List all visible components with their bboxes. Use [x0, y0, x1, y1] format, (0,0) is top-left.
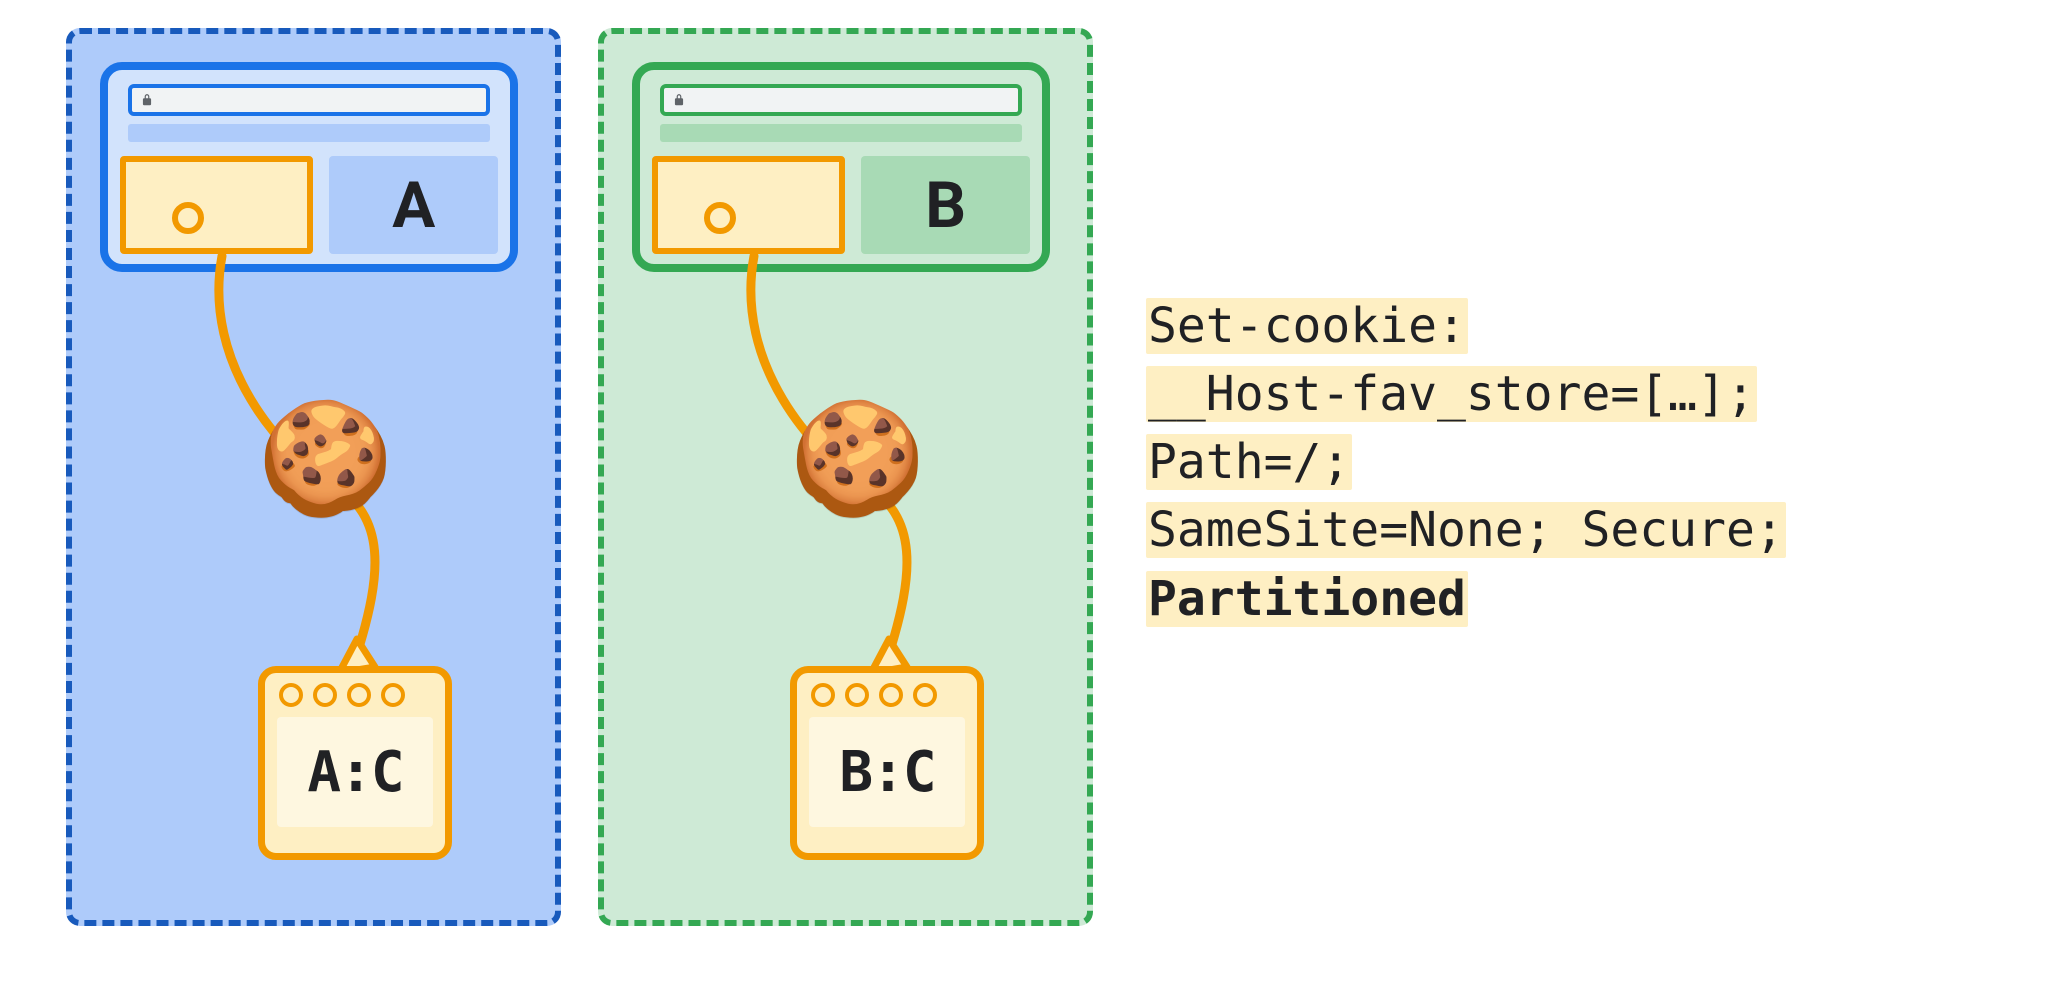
site-label-b: B	[861, 156, 1030, 254]
code-line-2: __Host-fav_store=[…];	[1146, 366, 1757, 422]
cookie-arrow-a	[182, 244, 412, 674]
jar-label-a: A:C	[277, 717, 433, 827]
lock-icon	[672, 93, 686, 107]
diagram-canvas: A 🍪 A:C	[0, 0, 2048, 1005]
set-cookie-header-code: Set-cookie: __Host-fav_store=[…]; Path=/…	[1146, 292, 1786, 633]
cookie-icon: 🍪	[789, 404, 926, 514]
partition-panel-b: B 🍪 B:C	[598, 28, 1093, 926]
browser-urlbar	[128, 84, 490, 116]
jar-dot-icon	[347, 683, 371, 707]
browser-urlbar	[660, 84, 1022, 116]
browser-content: B	[652, 156, 1030, 254]
code-line-3: Path=/;	[1146, 434, 1352, 490]
browser-toolbar	[660, 124, 1022, 142]
connection-anchor	[172, 202, 204, 234]
jar-dot-icon	[313, 683, 337, 707]
jar-dot-icon	[811, 683, 835, 707]
lock-icon	[140, 93, 154, 107]
jar-dot-icon	[845, 683, 869, 707]
jar-dot-icon	[381, 683, 405, 707]
browser-window-a: A	[100, 62, 518, 272]
jar-dot-icon	[913, 683, 937, 707]
jar-dot-icon	[879, 683, 903, 707]
cookie-jar-b: B:C	[790, 666, 984, 860]
site-label-a: A	[329, 156, 498, 254]
code-line-5-partitioned: Partitioned	[1146, 571, 1468, 627]
embedded-iframe	[652, 156, 845, 254]
cookie-arrow-b	[714, 244, 944, 674]
embedded-iframe	[120, 156, 313, 254]
jar-titlebar	[797, 673, 977, 717]
jar-titlebar	[265, 673, 445, 717]
cookie-icon: 🍪	[257, 404, 394, 514]
code-line-1: Set-cookie:	[1146, 298, 1468, 354]
jar-label-b: B:C	[809, 717, 965, 827]
browser-content: A	[120, 156, 498, 254]
cookie-jar-a: A:C	[258, 666, 452, 860]
partition-panel-a: A 🍪 A:C	[66, 28, 561, 926]
browser-window-b: B	[632, 62, 1050, 272]
code-line-4: SameSite=None; Secure;	[1146, 502, 1786, 558]
connection-anchor	[704, 202, 736, 234]
jar-dot-icon	[279, 683, 303, 707]
browser-toolbar	[128, 124, 490, 142]
